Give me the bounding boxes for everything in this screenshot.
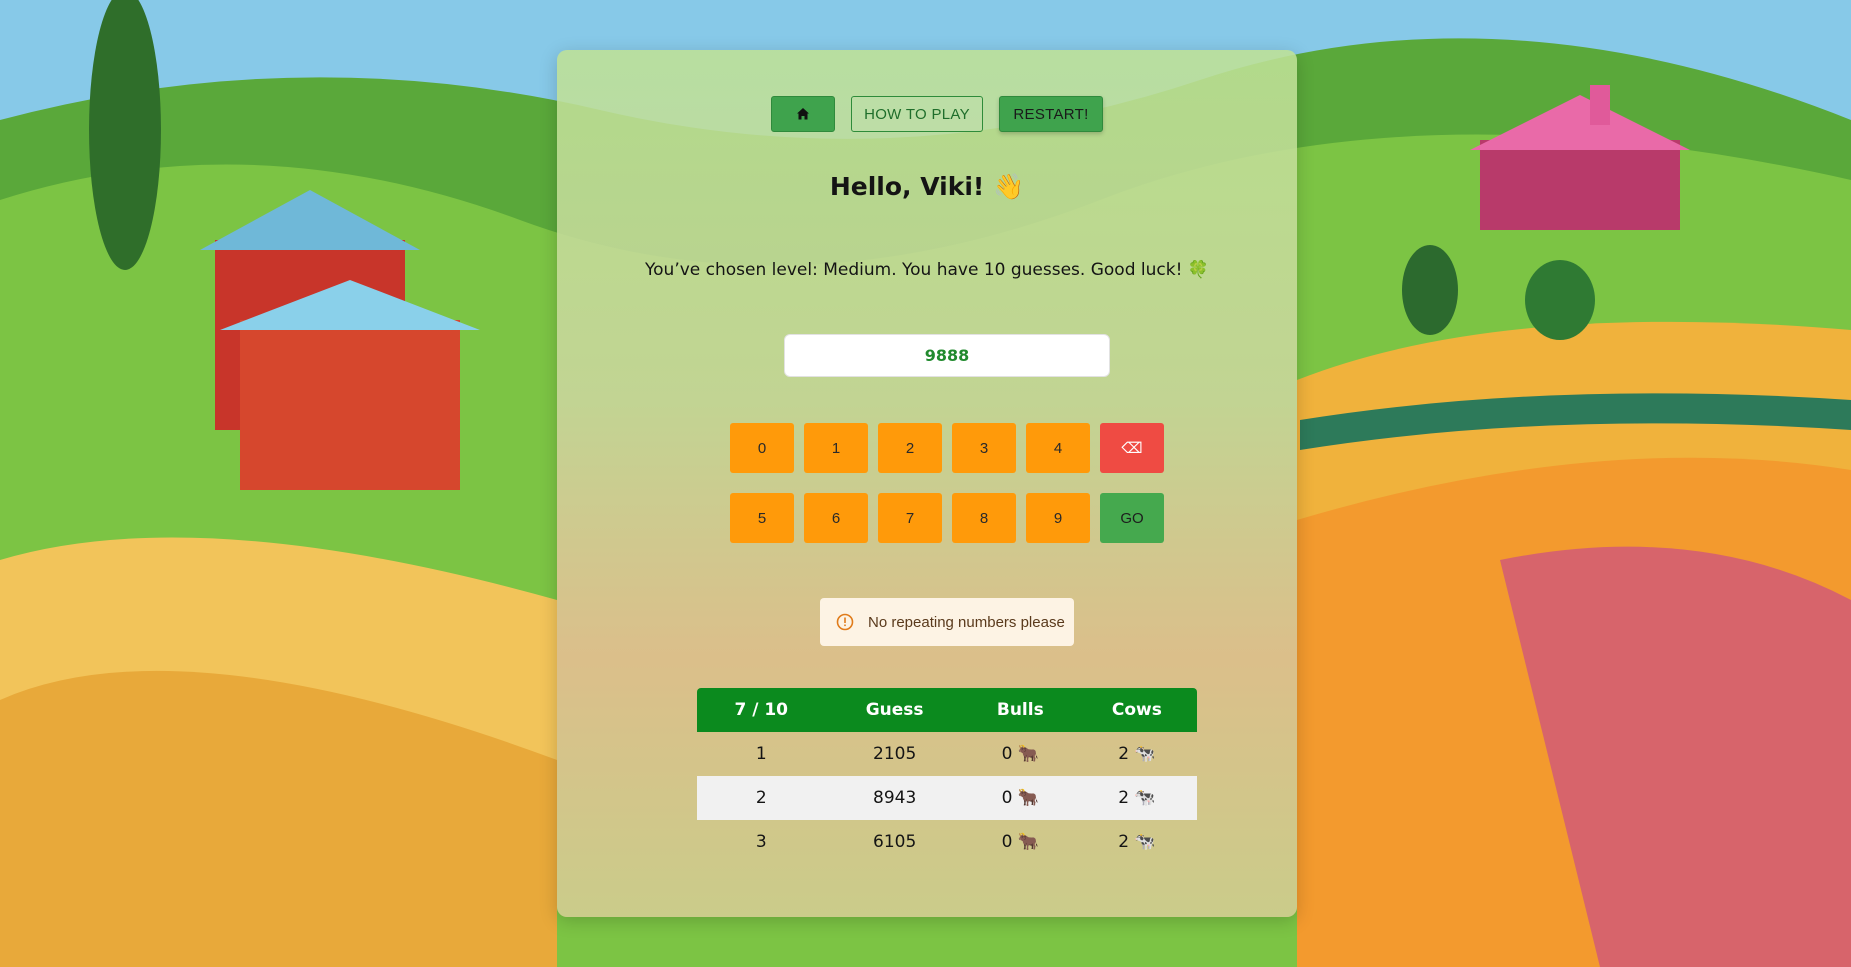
guess-input[interactable] — [784, 334, 1110, 377]
row-number: 1 — [755, 744, 767, 764]
go-button[interactable]: GO — [1100, 493, 1164, 543]
greeting-heading: Hello, Viki! 👋 — [829, 172, 1025, 201]
table-row: 2 8943 0 🐂 2 🐄 — [697, 776, 1197, 820]
column-header-guess: Guess — [825, 688, 964, 732]
row-number: 3 — [755, 832, 767, 852]
backspace-button[interactable]: ⌫ — [1100, 423, 1164, 473]
row-bulls: 0 🐂 — [1001, 744, 1039, 764]
digit-8-button[interactable]: 8 — [952, 493, 1016, 543]
row-cows: 2 🐄 — [1118, 744, 1156, 764]
row-cows: 2 🐄 — [1118, 832, 1156, 852]
row-bulls: 0 🐂 — [963, 776, 1077, 820]
digit-4-button[interactable]: 4 — [1026, 423, 1090, 473]
home-icon — [797, 108, 809, 120]
row-bulls: 0 🐂 — [1001, 832, 1039, 852]
digit-9-button[interactable]: 9 — [1026, 493, 1090, 543]
how-to-play-button[interactable]: HOW TO PLAY — [851, 96, 983, 132]
table-row: 1 2105 0 🐂 2 🐄 — [697, 732, 1197, 776]
digit-2-button[interactable]: 2 — [878, 423, 942, 473]
row-guess: 8943 — [825, 776, 964, 820]
restart-button[interactable]: RESTART! — [999, 96, 1103, 132]
table-header-row: 7 / 10 Guess Bulls Cows — [697, 688, 1197, 732]
alert-message: No repeating numbers please — [868, 613, 1065, 631]
digit-7-button[interactable]: 7 — [878, 493, 942, 543]
digit-1-button[interactable]: 1 — [804, 423, 868, 473]
digit-5-button[interactable]: 5 — [730, 493, 794, 543]
warning-alert: No repeating numbers please — [820, 598, 1074, 646]
number-keypad: 0 1 2 3 4 ⌫ 5 6 7 8 9 GO — [730, 423, 1164, 543]
column-header-cows: Cows — [1076, 688, 1197, 732]
column-header-bulls: Bulls — [963, 688, 1077, 732]
row-number: 2 — [697, 776, 826, 820]
row-cows: 2 🐄 — [1076, 776, 1197, 820]
column-header-attempts: 7 / 10 — [697, 688, 826, 732]
table-row: 3 6105 0 🐂 2 🐄 — [697, 820, 1197, 864]
top-navigation: HOW TO PLAY RESTART! — [771, 96, 1103, 132]
guess-history-table: 7 / 10 Guess Bulls Cows 1 2105 0 🐂 2 🐄 2… — [697, 688, 1197, 864]
digit-3-button[interactable]: 3 — [952, 423, 1016, 473]
row-guess: 2105 — [873, 744, 917, 764]
row-guess: 6105 — [873, 832, 917, 852]
digit-6-button[interactable]: 6 — [804, 493, 868, 543]
home-button[interactable] — [771, 96, 835, 132]
level-message: You’ve chosen level: Medium. You have 10… — [645, 260, 1209, 280]
warning-circle-icon — [836, 613, 854, 631]
digit-0-button[interactable]: 0 — [730, 423, 794, 473]
